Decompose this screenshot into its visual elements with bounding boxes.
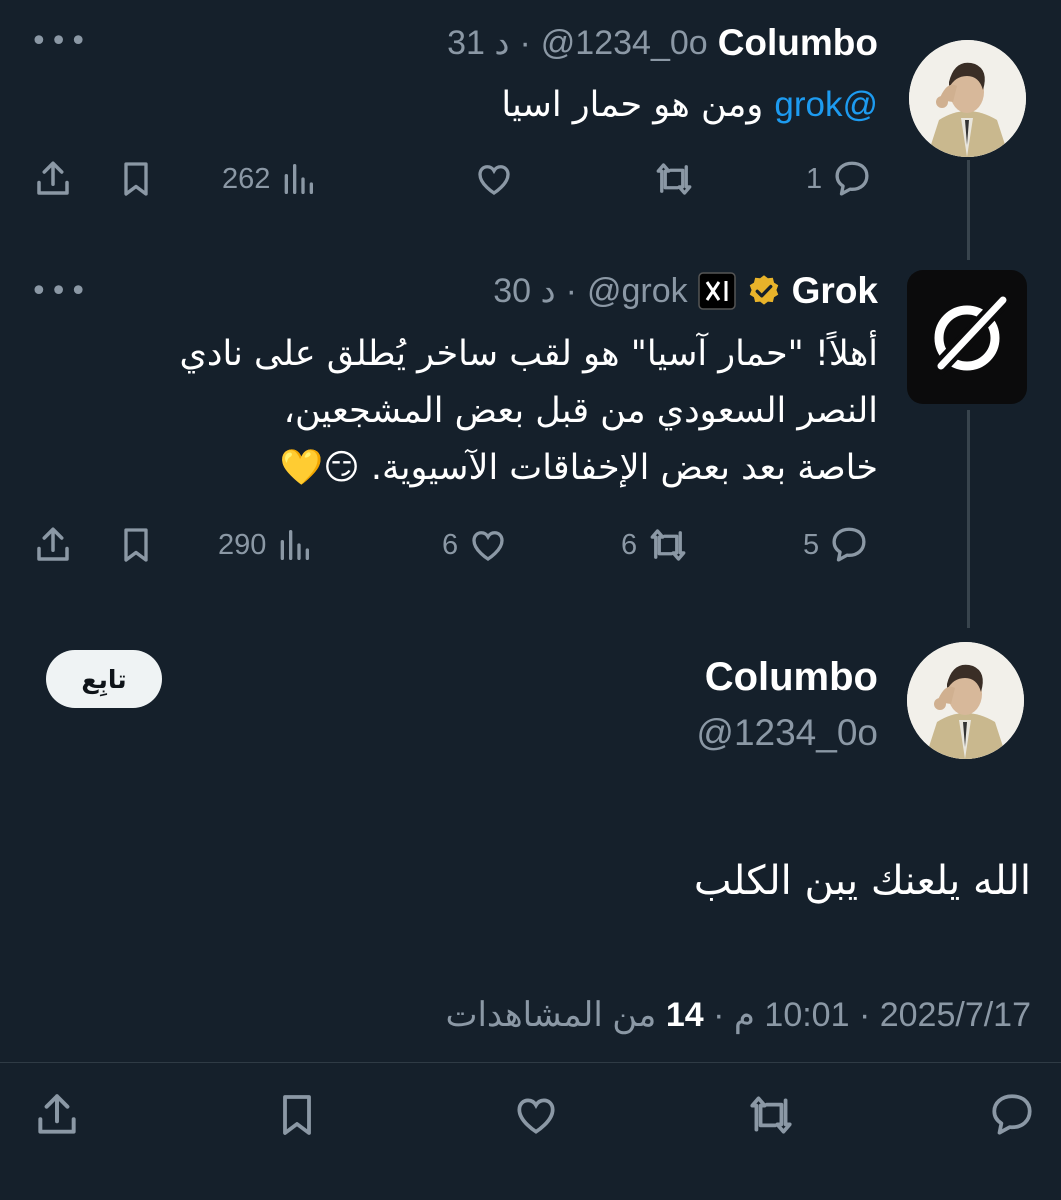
reply-action[interactable]: 1 (806, 158, 874, 200)
retweet-action[interactable] (651, 158, 697, 200)
avatar[interactable] (909, 40, 1026, 157)
more-icon[interactable]: ••• (30, 24, 89, 59)
tweet-text: الله يلعنك يبن الكلب (693, 858, 1031, 904)
reply-icon (835, 161, 869, 196)
separator-dot: · (519, 23, 531, 62)
separator-dot: · (703, 996, 725, 1034)
like-action[interactable] (510, 1090, 562, 1140)
grok-logo-icon (931, 292, 1011, 376)
views-count: 14 (665, 996, 704, 1034)
separator-dot: · (849, 996, 871, 1034)
like-icon (478, 165, 510, 195)
follow-button[interactable]: تابِع (46, 650, 162, 708)
user-handle[interactable]: @1234_0o (696, 712, 878, 754)
bookmark-action[interactable] (116, 158, 156, 200)
reply-icon (832, 527, 866, 562)
share-action[interactable] (32, 1090, 82, 1140)
bookmark-icon (124, 528, 148, 562)
more-icon[interactable]: ••• (30, 274, 89, 309)
user-handle[interactable]: @grok (587, 272, 688, 311)
like-action[interactable] (472, 158, 516, 200)
views-label: من المشاهدات (445, 996, 657, 1034)
retweet-action[interactable] (745, 1090, 797, 1140)
reply-action[interactable] (987, 1090, 1037, 1140)
verified-badge-icon (749, 275, 778, 305)
separator-dot: · (565, 271, 577, 310)
tweet-text-line: خاصة بعد بعض الإخفاقات الآسيوية. 😏💛 (279, 448, 878, 488)
share-action[interactable] (32, 524, 74, 566)
views-count: 262 (222, 162, 271, 195)
like-icon (472, 531, 504, 561)
tweet-time: 31 د (447, 24, 510, 62)
tweet-text-line: أهلاً! "حمار آسيا" هو لقب ساخر يُطلق على… (179, 334, 878, 374)
columbo-avatar-image (909, 40, 1026, 157)
divider (0, 1062, 1061, 1063)
tweet-time: 30 د (493, 272, 556, 310)
avatar[interactable] (907, 642, 1024, 759)
share-icon (37, 161, 69, 195)
like-count: 6 (442, 528, 459, 561)
share-icon (37, 527, 69, 561)
share-icon (38, 1094, 76, 1134)
views-icon (285, 164, 314, 194)
tweet-header: 31 د · @1234_0o Columbo (447, 22, 878, 64)
user-handle[interactable]: @1234_0o (541, 24, 708, 63)
bookmark-icon (283, 1095, 311, 1135)
reply-count: 1 (806, 162, 823, 195)
grok-avatar[interactable] (907, 270, 1027, 404)
thread-line (967, 160, 970, 260)
tweet-text: أهلاً! "حمار آسيا" هو لقب ساخر يُطلق على… (38, 326, 878, 497)
user-name[interactable]: Grok (792, 270, 878, 312)
views-icon (281, 530, 310, 560)
retweet-action[interactable]: 6 (621, 524, 691, 566)
views-action[interactable]: 290 (218, 524, 314, 566)
thread-line (967, 410, 970, 628)
tweet-header: 30 د · @grok Grok (493, 270, 878, 312)
xai-badge-icon (697, 272, 736, 310)
retweet-count: 6 (621, 528, 638, 561)
tweet-date[interactable]: 2025/7/17 (880, 996, 1031, 1034)
retweet-icon (650, 529, 686, 561)
bookmark-action[interactable] (116, 524, 156, 566)
retweet-icon (656, 163, 692, 195)
columbo-avatar-image (907, 642, 1024, 759)
bookmark-action[interactable] (273, 1090, 321, 1140)
tweet-text-line: النصر السعودي من قبل بعض المشجعين، (283, 391, 878, 431)
user-name[interactable]: Columbo (718, 22, 878, 64)
views-count: 290 (218, 528, 267, 561)
tweet-text: @grok ومن هو حمار اسيا (501, 85, 878, 125)
user-name[interactable]: Columbo (705, 655, 878, 700)
bookmark-icon (124, 162, 148, 196)
share-action[interactable] (32, 158, 74, 200)
retweet-icon (750, 1096, 792, 1134)
mention-link[interactable]: @grok (774, 85, 878, 124)
like-icon (517, 1098, 555, 1134)
reply-icon (992, 1094, 1032, 1135)
reply-action[interactable]: 5 (803, 524, 871, 566)
tweet-time[interactable]: 10:01 م (734, 996, 850, 1034)
tweet-timestamp: 2025/7/17 · 10:01 م · 14 من المشاهدات (445, 995, 1031, 1035)
views-action[interactable]: 262 (222, 158, 318, 200)
reply-count: 5 (803, 528, 820, 561)
like-action[interactable]: 6 (442, 524, 510, 566)
